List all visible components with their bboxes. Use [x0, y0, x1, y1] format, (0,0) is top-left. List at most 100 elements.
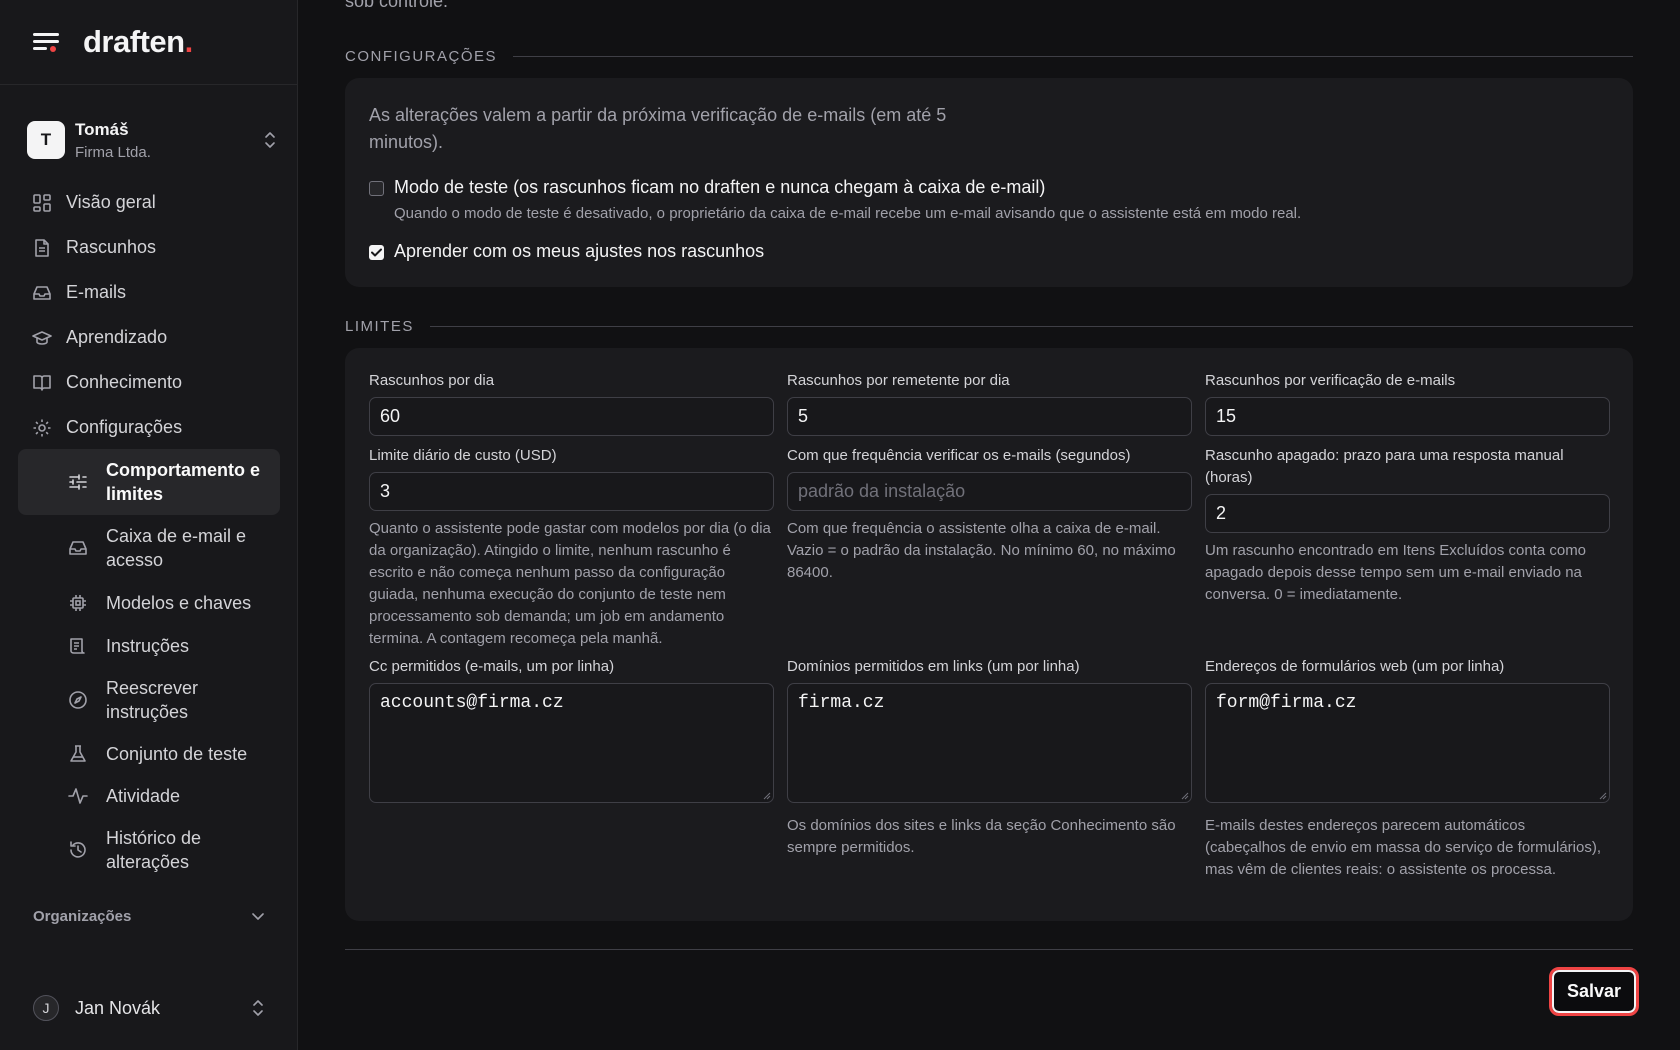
flask-icon [68, 744, 88, 764]
nav-item-drafts[interactable]: Rascunhos [18, 225, 280, 270]
field-help: E-mails destes endereços parecem automát… [1205, 817, 1602, 878]
field-help: Quanto o assistente pode gastar com mode… [369, 520, 771, 647]
nav-item-label: Rascunhos [66, 237, 157, 257]
field-label: Rascunhos por verificação de e-mails [1205, 372, 1456, 389]
learn-option[interactable]: Aprender com os meus ajustes nos rascunh… [369, 241, 764, 262]
nav-item-learning[interactable]: Aprendizado [18, 315, 280, 360]
subnav-item-activity[interactable]: Atividade [18, 775, 280, 817]
link-domains-textarea[interactable]: firma.cz [787, 683, 1192, 803]
web-forms-textarea[interactable]: form@firma.cz [1205, 683, 1610, 803]
subnav-item-mailbox-access[interactable]: Caixa de e-mail e acesso [18, 515, 280, 581]
test-mode-option[interactable]: Modo de teste (os rascunhos ficam no dra… [369, 177, 1301, 222]
field-help: Os domínios dos sites e links da seção C… [787, 817, 1176, 856]
field-help: Um rascunho encontrado em Itens Excluído… [1205, 542, 1587, 603]
subnav-item-instructions[interactable]: Instruções [18, 625, 280, 667]
subnav-item-behavior-limits[interactable]: Comportamento e limites [18, 449, 280, 515]
chip-icon [68, 593, 88, 613]
cc-allowed-textarea[interactable]: accounts@firma.cz [369, 683, 774, 803]
link-domains-field: Domínios permitidos em links (um por lin… [787, 656, 1192, 859]
resize-grip-icon[interactable] [761, 790, 771, 800]
learn-checkbox[interactable] [369, 245, 384, 260]
organizations-label: Organizações [33, 907, 132, 925]
inbox-icon [68, 538, 88, 558]
user-name: Jan Novák [75, 997, 161, 1018]
subnav-item-change-history[interactable]: Histórico de alterações [18, 817, 280, 883]
dashboard-icon [32, 193, 52, 213]
nav-item-knowledge[interactable]: Conhecimento [18, 360, 280, 405]
section-title: LIMITES [345, 318, 414, 335]
subnav-item-label: Reescrever instruções [106, 678, 199, 722]
menu-icon[interactable] [33, 31, 59, 53]
subnav-item-label: Atividade [106, 786, 181, 806]
user-menu[interactable]: J Jan Novák [33, 993, 265, 1023]
compass-icon [68, 690, 88, 710]
field-help: Com que frequência o assistente olha a c… [787, 520, 1176, 581]
subnav-item-rewrite-instructions[interactable]: Reescrever instruções [18, 667, 280, 733]
divider [345, 949, 1633, 950]
learn-label: Aprender com os meus ajustes nos rascunh… [394, 241, 765, 261]
drafts-per-sender-input[interactable]: 5 [787, 397, 1192, 436]
subnav-item-label: Instruções [106, 636, 190, 656]
nav-item-emails[interactable]: E-mails [18, 270, 280, 315]
nav-item-label: Aprendizado [66, 327, 168, 347]
main-nav: Visão geral Rascunhos E-mails Aprendizad… [18, 180, 280, 450]
logo[interactable]: draften. [83, 24, 193, 60]
nav-item-overview[interactable]: Visão geral [18, 180, 280, 225]
nav-item-label: E-mails [66, 282, 127, 302]
subnav-item-label: Caixa de e-mail e acesso [106, 526, 247, 570]
field-label: Rascunhos por remetente por dia [787, 372, 1010, 389]
web-forms-field: Endereços de formulários web (um por lin… [1205, 656, 1610, 881]
history-icon [68, 840, 88, 860]
subnav-item-label: Modelos e chaves [106, 593, 252, 613]
org-name: Tomáš [75, 119, 129, 139]
avatar: J [33, 995, 59, 1021]
subnav-item-label: Histórico de alterações [106, 828, 202, 872]
check-frequency-input[interactable]: padrão da instalação [787, 472, 1192, 511]
section-title: CONFIGURAÇÕES [345, 48, 498, 65]
limits-section-header: LIMITES [345, 318, 1633, 335]
activity-icon [68, 786, 88, 806]
chevrons-up-down-icon [253, 1000, 263, 1016]
test-mode-label: Modo de teste (os rascunhos ficam no dra… [394, 177, 1046, 197]
gear-icon [32, 418, 52, 438]
daily-cost-field: Limite diário de custo (USD) 3 Quanto o … [369, 445, 774, 650]
organizations-toggle[interactable]: Organizações [33, 904, 265, 928]
chevron-down-icon [252, 913, 264, 920]
nav-item-label: Visão geral [66, 192, 156, 212]
resize-grip-icon[interactable] [1179, 790, 1189, 800]
field-label: Cc permitidos (e-mails, um por linha) [369, 658, 615, 675]
test-mode-checkbox[interactable] [369, 181, 384, 196]
subnav-item-models-keys[interactable]: Modelos e chaves [18, 581, 280, 625]
resize-grip-icon[interactable] [1597, 790, 1607, 800]
settings-subnav: Comportamento e limites Caixa de e-mail … [18, 449, 280, 883]
limits-card: Rascunhos por dia 60 Rascunhos por remet… [345, 348, 1633, 921]
config-section-header: CONFIGURAÇÕES [345, 48, 1633, 65]
drafts-per-sender-field: Rascunhos por remetente por dia 5 [787, 370, 1192, 436]
org-switcher[interactable]: T Tomáš Firma Ltda. [27, 115, 277, 165]
config-note: As alterações valem a partir da próxima … [369, 105, 947, 152]
subnav-item-test-set[interactable]: Conjunto de teste [18, 733, 280, 775]
inbox-icon [32, 283, 52, 303]
test-mode-help: Quando o modo de teste é desativado, o p… [394, 205, 1302, 222]
check-frequency-field: Com que frequência verificar os e-mails … [787, 445, 1192, 584]
main-content: sob controle. CONFIGURAÇÕES As alteraçõe… [345, 0, 1639, 1050]
field-label: Domínios permitidos em links (um por lin… [787, 658, 1080, 675]
subnav-item-label: Comportamento e limites [106, 460, 261, 504]
drafts-per-day-input[interactable]: 60 [369, 397, 774, 436]
daily-cost-input[interactable]: 3 [369, 472, 774, 511]
field-label: Limite diário de custo (USD) [369, 447, 557, 464]
drafts-per-day-field: Rascunhos por dia 60 [369, 370, 774, 436]
org-company: Firma Ltda. [75, 143, 151, 161]
save-button[interactable]: Salvar [1549, 967, 1639, 1016]
deleted-draft-input[interactable]: 2 [1205, 494, 1610, 533]
deleted-draft-field: Rascunho apagado: prazo para uma respost… [1205, 445, 1610, 606]
drafts-per-check-input[interactable]: 15 [1205, 397, 1610, 436]
field-label: Rascunhos por dia [369, 372, 495, 389]
chevrons-up-down-icon [265, 132, 275, 148]
nav-item-label: Configurações [66, 417, 183, 437]
sidebar: draften. T Tomáš Firma Ltda. Visão geral… [0, 0, 298, 1050]
brand-bar: draften. [0, 0, 297, 85]
nav-item-settings[interactable]: Configurações [18, 405, 280, 450]
nav-item-label: Conhecimento [66, 372, 183, 392]
book-icon [32, 373, 52, 393]
